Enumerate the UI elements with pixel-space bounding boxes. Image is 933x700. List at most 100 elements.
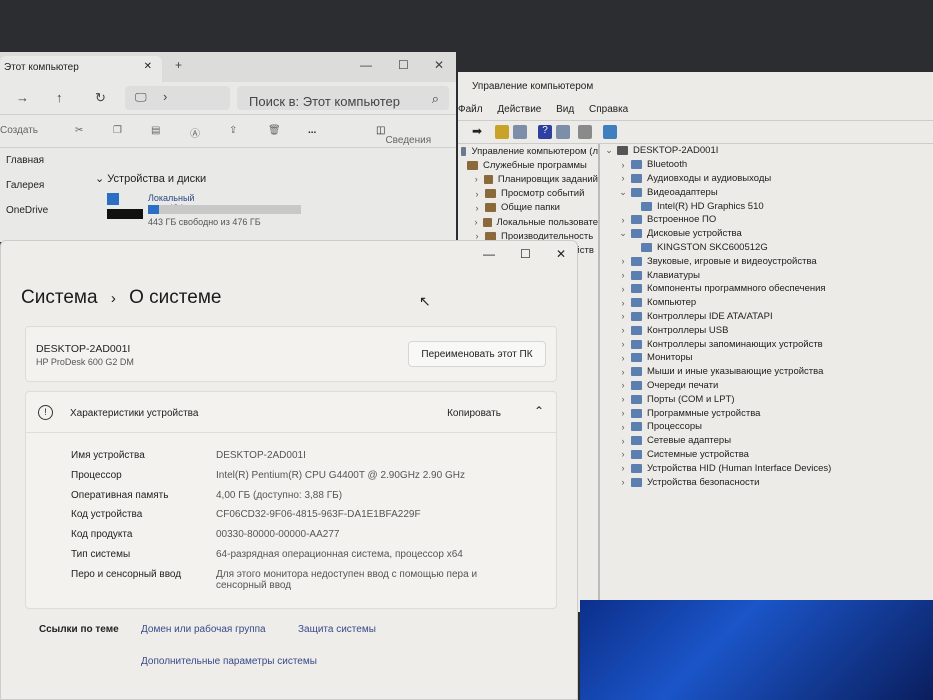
help-icon[interactable]: ? (538, 125, 552, 139)
link-domain-workgroup[interactable]: Домен или рабочая группа (141, 624, 266, 635)
device-category[interactable]: › Звуковые, игровые и видеоустройства (604, 254, 933, 268)
device-category[interactable]: › Компоненты программного обеспечения (604, 282, 933, 296)
cut-icon[interactable]: ✂ (75, 125, 83, 136)
chevron-right-icon[interactable]: › (618, 270, 628, 280)
up-folder-icon[interactable] (495, 125, 509, 139)
device-category[interactable]: › Контроллеры IDE ATA/ATAPI (604, 310, 933, 324)
device-category[interactable]: ⌄ Видеоадаптеры (604, 185, 933, 199)
close-icon[interactable]: ✕ (434, 58, 444, 72)
console-tree-item[interactable]: Служебные программы (458, 158, 598, 172)
device-category[interactable]: › Порты (COM и LPT) (604, 392, 933, 406)
new-tab-button[interactable]: + (175, 58, 182, 72)
chevron-right-icon[interactable]: › (618, 408, 628, 418)
chevron-right-icon[interactable]: › (472, 174, 481, 184)
chevron-right-icon[interactable]: › (618, 367, 628, 377)
properties-icon[interactable] (556, 125, 570, 139)
device-category[interactable]: › Устройства безопасности (604, 475, 933, 489)
device-category[interactable]: › Программные устройства (604, 406, 933, 420)
menu-action[interactable]: Действие (497, 104, 541, 115)
device-category[interactable]: ⌄ Дисковые устройства (604, 227, 933, 241)
chevron-down-icon[interactable]: ⌄ (618, 187, 628, 198)
monitor-icon[interactable] (603, 125, 617, 139)
device-category[interactable]: › Процессоры (604, 420, 933, 434)
link-system-protection[interactable]: Защита системы (298, 624, 376, 635)
delete-icon[interactable]: 🗑 (268, 125, 281, 136)
chevron-up-icon[interactable]: ⌃ (534, 404, 544, 418)
chevron-right-icon[interactable]: › (472, 203, 482, 213)
device-category[interactable]: › Встроенное ПО (604, 213, 933, 227)
rename-pc-button[interactable]: Переименовать этот ПК (408, 341, 546, 367)
menu-file[interactable]: Файл (458, 104, 483, 115)
device-category[interactable]: › Компьютер (604, 296, 933, 310)
chevron-right-icon[interactable]: › (618, 256, 628, 266)
chevron-right-icon[interactable]: › (618, 477, 628, 487)
device-category[interactable]: › Аудиовходы и аудиовыходы (604, 172, 933, 186)
address-bar[interactable]: 🖵 › (125, 86, 230, 110)
forward-icon[interactable]: → (16, 90, 29, 105)
device-category[interactable]: › Клавиатуры (604, 268, 933, 282)
chevron-right-icon[interactable]: › (618, 284, 628, 294)
console-tree-item[interactable]: › Планировщик заданий (458, 172, 598, 186)
device-category[interactable]: › Очереди печати (604, 379, 933, 393)
console-tree-item[interactable]: › Локальные пользовате (458, 215, 598, 229)
minimize-icon[interactable]: — (483, 247, 495, 261)
chevron-right-icon[interactable]: › (618, 422, 628, 432)
device-category[interactable]: › Контроллеры USB (604, 323, 933, 337)
rename-icon[interactable]: Ⓐ (190, 125, 200, 140)
chevron-right-icon[interactable]: › (618, 325, 628, 335)
nav-gallery[interactable]: Галерея (0, 174, 88, 199)
paste-icon[interactable]: ▤ (151, 125, 160, 136)
details-button[interactable]: ◫ Сведения (376, 125, 431, 146)
share-icon[interactable]: ⇪ (229, 125, 237, 136)
console-tree-item[interactable]: › Просмотр событий (458, 187, 598, 201)
nav-onedrive[interactable]: OneDrive (0, 199, 88, 224)
chevron-right-icon[interactable]: › (618, 380, 628, 390)
drive-c[interactable]: Локальный диск (C:) 443 ГБ свободно из 4… (95, 193, 301, 233)
copy-icon[interactable]: ❐ (113, 125, 122, 136)
nav-home[interactable]: Главная (0, 149, 88, 174)
maximize-icon[interactable]: ☐ (520, 247, 531, 261)
device-category[interactable]: › Bluetooth (604, 158, 933, 172)
device-category[interactable]: › Контроллеры запоминающих устройств (604, 337, 933, 351)
search-input[interactable]: Поиск в: Этот компьютер ⌕ (237, 86, 449, 110)
create-button[interactable]: Создать (0, 125, 38, 136)
device-category[interactable]: › Мыши и иные указывающие устройства (604, 365, 933, 379)
scan-hardware-icon[interactable] (578, 125, 592, 139)
chevron-right-icon[interactable]: › (618, 311, 628, 321)
maximize-icon[interactable]: ☐ (398, 58, 409, 72)
chevron-right-icon[interactable]: › (618, 160, 628, 170)
chevron-down-icon[interactable]: ⌄ (604, 145, 614, 156)
chevron-right-icon[interactable]: › (618, 436, 628, 446)
breadcrumb-system[interactable]: Система (21, 287, 98, 308)
close-tab-icon[interactable]: ✕ (144, 61, 152, 72)
more-button[interactable]: ... (308, 125, 316, 136)
console-tree-item[interactable]: › Общие папки (458, 201, 598, 215)
chevron-right-icon[interactable]: › (472, 217, 480, 227)
menu-help[interactable]: Справка (589, 104, 628, 115)
chevron-right-icon[interactable]: › (618, 353, 628, 363)
chevron-right-icon[interactable]: › (472, 189, 482, 199)
minimize-icon[interactable]: — (360, 58, 372, 72)
show-hide-tree-icon[interactable] (513, 125, 527, 139)
tab-this-pc[interactable]: Этот компьютер ✕ (0, 56, 162, 82)
copy-button[interactable]: Копировать (428, 400, 520, 426)
device-category[interactable]: › Системные устройства (604, 448, 933, 462)
device-root[interactable]: ⌄ DESKTOP-2AD001I (604, 144, 933, 158)
device-category[interactable]: KINGSTON SKC600512G (604, 241, 933, 255)
chevron-right-icon[interactable]: › (618, 463, 628, 473)
chevron-right-icon[interactable]: › (618, 215, 628, 225)
up-icon[interactable]: ↑ (56, 90, 63, 105)
device-category[interactable]: › Мониторы (604, 351, 933, 365)
refresh-icon[interactable]: ↻ (95, 90, 106, 106)
section-header[interactable]: ⌄ Устройства и диски (95, 172, 206, 185)
chevron-right-icon[interactable]: › (618, 339, 628, 349)
device-category[interactable]: › Устройства HID (Human Interface Devices… (604, 461, 933, 475)
console-tree-item[interactable]: Управление компьютером (л (458, 144, 598, 158)
chevron-right-icon[interactable]: › (618, 173, 628, 183)
link-advanced-system-settings[interactable]: Дополнительные параметры системы (141, 656, 317, 667)
close-icon[interactable]: ✕ (556, 247, 566, 261)
device-category[interactable]: › Сетевые адаптеры (604, 434, 933, 448)
chevron-right-icon[interactable]: › (618, 298, 628, 308)
menu-view[interactable]: Вид (556, 104, 574, 115)
chevron-down-icon[interactable]: ⌄ (618, 228, 628, 239)
